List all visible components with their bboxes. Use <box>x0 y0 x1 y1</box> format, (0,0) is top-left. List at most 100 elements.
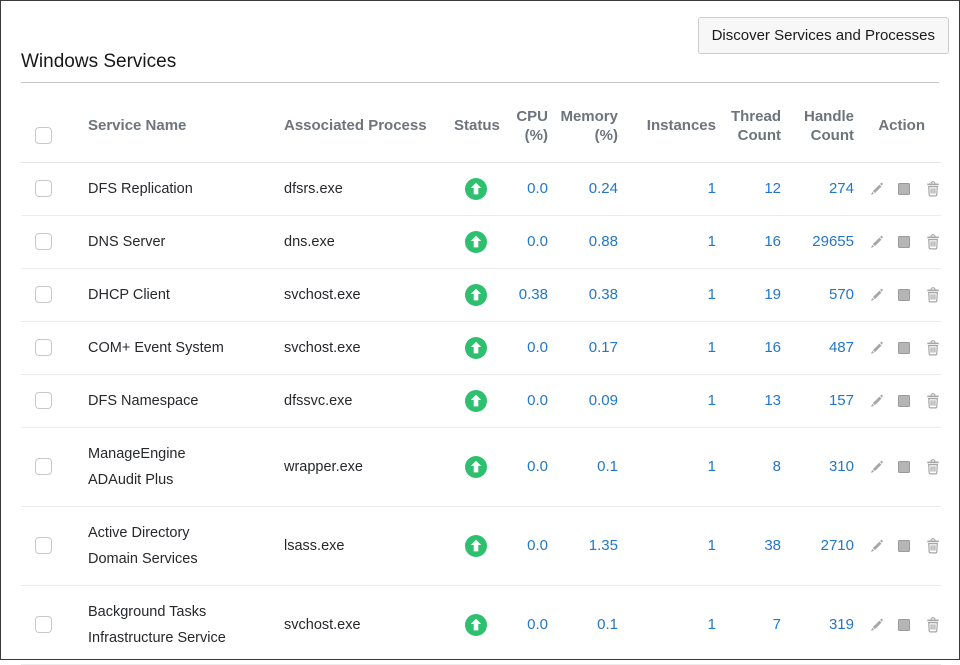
edit-pencil-icon[interactable] <box>867 287 883 303</box>
delete-trash-icon[interactable] <box>925 393 941 409</box>
handle-count-value[interactable]: 487 <box>785 321 858 374</box>
cpu-value[interactable]: 0.38 <box>498 268 552 321</box>
edit-pencil-icon[interactable] <box>867 181 883 197</box>
thread-count-value[interactable]: 8 <box>720 427 785 506</box>
cpu-value[interactable]: 0.0 <box>498 427 552 506</box>
memory-value[interactable]: 0.1 <box>552 585 622 664</box>
memory-value[interactable]: 0.09 <box>552 374 622 427</box>
stop-square-icon[interactable] <box>896 459 912 475</box>
stop-square-icon[interactable] <box>896 181 912 197</box>
thread-count-value[interactable]: 13 <box>720 374 785 427</box>
edit-pencil-icon[interactable] <box>867 459 883 475</box>
status-up-icon <box>465 390 487 412</box>
handle-count-value[interactable]: 274 <box>785 162 858 215</box>
associated-process-cell: lsass.exe <box>284 506 454 585</box>
column-header-status: Status <box>454 92 498 162</box>
handle-count-value[interactable]: 2710 <box>785 506 858 585</box>
cpu-value[interactable]: 0.0 <box>498 374 552 427</box>
select-all-checkbox[interactable] <box>35 127 52 144</box>
memory-value[interactable]: 0.88 <box>552 215 622 268</box>
instances-value[interactable]: 1 <box>622 506 720 585</box>
service-name-cell: COM+ Event System <box>88 321 284 374</box>
handle-count-value[interactable]: 319 <box>785 585 858 664</box>
memory-value[interactable]: 0.1 <box>552 427 622 506</box>
cpu-value[interactable]: 0.0 <box>498 215 552 268</box>
status-cell <box>454 268 498 321</box>
status-up-icon <box>465 456 487 478</box>
edit-pencil-icon[interactable] <box>867 234 883 250</box>
column-header-thread-count: Thread Count <box>720 92 785 162</box>
status-up-icon <box>465 178 487 200</box>
instances-value[interactable]: 1 <box>622 427 720 506</box>
row-select-checkbox[interactable] <box>35 392 52 409</box>
status-cell <box>454 374 498 427</box>
cpu-value[interactable]: 0.0 <box>498 162 552 215</box>
stop-square-icon[interactable] <box>896 234 912 250</box>
handle-count-value[interactable]: 310 <box>785 427 858 506</box>
stop-square-icon[interactable] <box>896 393 912 409</box>
row-select-checkbox[interactable] <box>35 339 52 356</box>
cpu-value[interactable]: 0.0 <box>498 506 552 585</box>
thread-count-value[interactable]: 16 <box>720 215 785 268</box>
instances-value[interactable]: 1 <box>622 162 720 215</box>
status-up-icon <box>465 231 487 253</box>
edit-pencil-icon[interactable] <box>867 538 883 554</box>
memory-value[interactable]: 0.17 <box>552 321 622 374</box>
instances-value[interactable]: 1 <box>622 321 720 374</box>
delete-trash-icon[interactable] <box>925 181 941 197</box>
discover-services-button[interactable]: Discover Services and Processes <box>698 17 949 54</box>
service-row: ManageEngine ADAudit Plus wrapper.exe 0.… <box>21 427 941 506</box>
instances-value[interactable]: 1 <box>622 268 720 321</box>
row-select-checkbox[interactable] <box>35 537 52 554</box>
cpu-value[interactable]: 0.0 <box>498 321 552 374</box>
handle-count-value[interactable]: 570 <box>785 268 858 321</box>
thread-count-value[interactable]: 7 <box>720 585 785 664</box>
handle-count-value[interactable]: 157 <box>785 374 858 427</box>
instances-value[interactable]: 1 <box>622 585 720 664</box>
associated-process-cell: wrapper.exe <box>284 427 454 506</box>
status-cell <box>454 585 498 664</box>
edit-pencil-icon[interactable] <box>867 393 883 409</box>
stop-square-icon[interactable] <box>896 287 912 303</box>
row-select-checkbox[interactable] <box>35 616 52 633</box>
memory-value[interactable]: 0.24 <box>552 162 622 215</box>
thread-count-value[interactable]: 38 <box>720 506 785 585</box>
cpu-value[interactable]: 0.0 <box>498 585 552 664</box>
memory-value[interactable]: 0.38 <box>552 268 622 321</box>
stop-square-icon[interactable] <box>896 340 912 356</box>
row-select-checkbox[interactable] <box>35 180 52 197</box>
delete-trash-icon[interactable] <box>925 234 941 250</box>
row-select-cell <box>21 215 88 268</box>
column-header-cpu: CPU (%) <box>498 92 552 162</box>
action-cell <box>858 215 941 268</box>
service-row: DNS Server dns.exe 0.0 0.88 1 16 29655 <box>21 215 941 268</box>
delete-trash-icon[interactable] <box>925 538 941 554</box>
thread-count-value[interactable]: 19 <box>720 268 785 321</box>
instances-value[interactable]: 1 <box>622 374 720 427</box>
row-select-cell <box>21 162 88 215</box>
edit-pencil-icon[interactable] <box>867 617 883 633</box>
row-select-checkbox[interactable] <box>35 286 52 303</box>
memory-value[interactable]: 1.35 <box>552 506 622 585</box>
edit-pencil-icon[interactable] <box>867 340 883 356</box>
action-cell <box>858 585 941 664</box>
row-select-checkbox[interactable] <box>35 233 52 250</box>
row-select-checkbox[interactable] <box>35 458 52 475</box>
service-name-cell: DFS Replication <box>88 162 284 215</box>
stop-square-icon[interactable] <box>896 617 912 633</box>
handle-count-value[interactable]: 29655 <box>785 215 858 268</box>
thread-count-value[interactable]: 12 <box>720 162 785 215</box>
status-cell <box>454 321 498 374</box>
delete-trash-icon[interactable] <box>925 287 941 303</box>
windows-services-table: Service Name Associated Process Status C… <box>21 92 941 665</box>
service-row: Background Tasks Infrastructure Service … <box>21 585 941 664</box>
delete-trash-icon[interactable] <box>925 340 941 356</box>
stop-square-icon[interactable] <box>896 538 912 554</box>
service-name-cell: Active Directory Domain Services <box>88 506 284 585</box>
delete-trash-icon[interactable] <box>925 459 941 475</box>
instances-value[interactable]: 1 <box>622 215 720 268</box>
delete-trash-icon[interactable] <box>925 617 941 633</box>
status-cell <box>454 427 498 506</box>
service-name-cell: DFS Namespace <box>88 374 284 427</box>
thread-count-value[interactable]: 16 <box>720 321 785 374</box>
